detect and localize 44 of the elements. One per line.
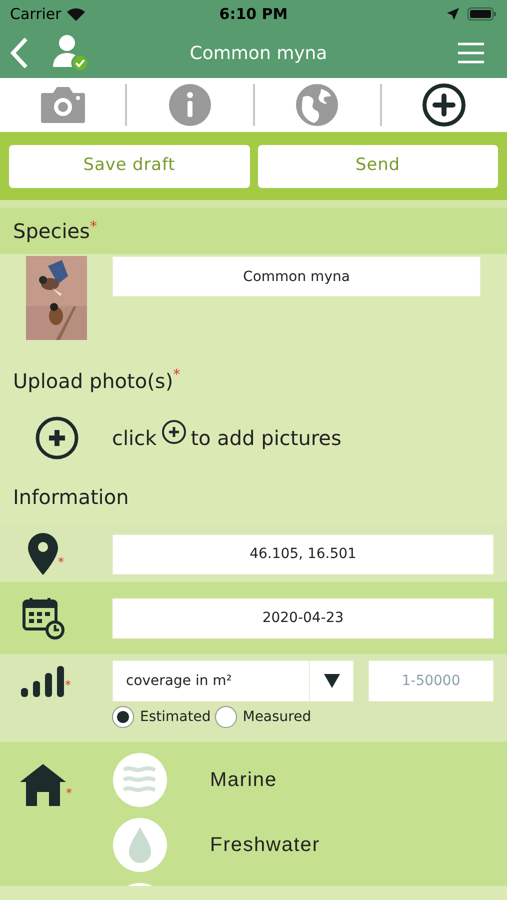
- radio-button[interactable]: [214, 706, 237, 728]
- carrier-label: Carrier: [10, 4, 62, 25]
- back-icon: [10, 37, 28, 69]
- habitat-option[interactable]: Marine: [210, 765, 278, 795]
- species-field[interactable]: Common myna: [112, 256, 481, 297]
- wifi-icon: [67, 8, 86, 20]
- required-mark: *: [66, 785, 72, 802]
- home-icon: [20, 764, 66, 806]
- signal-bars-icon: [21, 666, 65, 698]
- radio-option[interactable]: Measured: [214, 706, 312, 728]
- waves-icon: [112, 752, 168, 808]
- dropdown-arrow-icon: [324, 674, 340, 688]
- radio-option[interactable]: Estimated: [112, 706, 211, 728]
- page-title: Common myna: [190, 42, 328, 64]
- battery-icon: [466, 7, 497, 21]
- required-mark: *: [90, 220, 97, 234]
- unit-dropdown[interactable]: coverage in m²: [112, 660, 354, 702]
- globe-icon: [295, 83, 340, 127]
- location-arrow-icon: [446, 8, 459, 20]
- section-heading: Information: [13, 485, 129, 509]
- user-verified-icon[interactable]: [52, 33, 90, 73]
- hint-text: to add pictures: [190, 425, 342, 452]
- info-icon: [168, 83, 212, 127]
- section-heading: Upload photo(s): [13, 368, 174, 395]
- clock: 6:10 PM: [219, 4, 288, 25]
- add-icon: [422, 83, 466, 127]
- habitat-option[interactable]: Freshwater: [210, 830, 320, 860]
- menu-button[interactable]: [457, 42, 487, 64]
- section-heading: Species: [13, 218, 90, 245]
- required-mark: *: [65, 677, 71, 694]
- radio-button[interactable]: [112, 706, 134, 728]
- menu-icon: [457, 42, 485, 64]
- calendar-clock-icon: [20, 596, 64, 640]
- required-mark: *: [58, 554, 64, 571]
- add-photo-icon[interactable]: [35, 416, 79, 460]
- amount-field[interactable]: 1-50000: [368, 660, 494, 702]
- hint-text: click: [112, 425, 157, 452]
- location-pin-icon: [28, 533, 58, 575]
- required-mark: *: [173, 368, 180, 382]
- camera-icon: [38, 85, 87, 125]
- water-drop-icon: [112, 817, 168, 873]
- add-icon: [160, 419, 187, 445]
- location-field[interactable]: 46.105, 16.501: [112, 534, 494, 574]
- date-field[interactable]: 2020-04-23: [112, 598, 494, 638]
